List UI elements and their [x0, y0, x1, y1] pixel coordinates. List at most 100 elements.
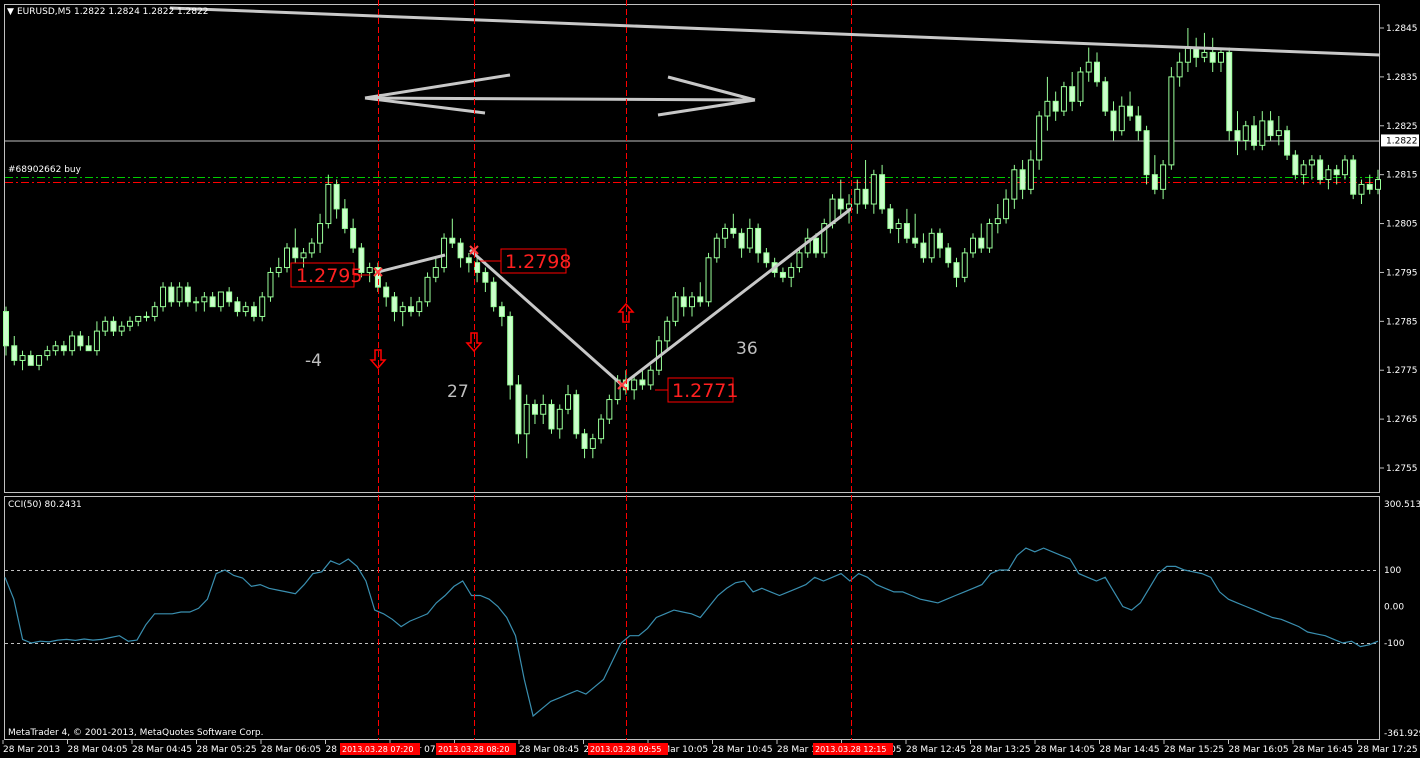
price-tick-label: 1.2825: [1386, 122, 1418, 132]
candle-up: [1011, 169, 1018, 200]
candle-down: [85, 345, 92, 352]
candle-up: [1375, 179, 1381, 190]
time-highlight-label: 2013.03.28 12:15: [815, 745, 886, 754]
candle-down: [730, 227, 737, 234]
candle-down: [209, 296, 216, 308]
candle-down: [168, 286, 175, 303]
candle-down: [763, 252, 770, 264]
candle-up: [424, 276, 431, 303]
candle-up: [664, 320, 671, 342]
time-highlight-label: 2013.03.28 07:20: [342, 745, 413, 754]
candle-up: [1044, 100, 1051, 117]
time-label: 28 Mar 14:45: [1100, 745, 1160, 755]
candle-down: [449, 237, 456, 244]
candle-down: [953, 262, 960, 278]
candle-up: [647, 369, 654, 386]
candle-up: [52, 345, 59, 352]
candle-down: [945, 247, 952, 264]
candle-down: [250, 306, 257, 317]
candle-up: [705, 257, 712, 303]
cci-line: [4, 547, 1379, 718]
cci-level-label: 100: [1384, 566, 1401, 576]
chart-svg[interactable]: 1.28451.28351.28251.28151.28051.27951.27…: [0, 0, 1420, 758]
candle-down: [1226, 51, 1233, 132]
candle-down: [1317, 159, 1324, 181]
time-label: 28 Mar 2013: [3, 745, 60, 755]
time-label: 28 Mar 04:45: [132, 745, 192, 755]
candle-up: [325, 183, 332, 225]
candle-up: [854, 188, 861, 205]
candle-down: [77, 335, 84, 347]
candle-down: [333, 183, 340, 210]
candle-up: [259, 296, 266, 317]
current-price-label: 1.2822: [1386, 136, 1418, 146]
candle-down: [573, 394, 580, 435]
candle-up: [399, 306, 406, 313]
time-label: 28 Mar 08:45: [519, 745, 579, 755]
annotation-text: 36: [736, 339, 758, 359]
candle-up: [1003, 198, 1010, 220]
order-label: #68902662 buy: [8, 165, 82, 175]
candle-down: [350, 227, 357, 249]
candle-up: [284, 247, 291, 269]
candle-up: [1308, 159, 1315, 166]
time-highlight-label: 2013.03.28 08:20: [438, 745, 509, 754]
time-label: 28 Mar 12:45: [906, 745, 966, 755]
candle-down: [862, 188, 869, 205]
candle-up: [788, 267, 795, 278]
candle-down: [234, 301, 241, 313]
candle-down: [1093, 61, 1100, 83]
candle-up: [1160, 164, 1167, 190]
candle-down: [391, 296, 398, 313]
candle-up: [1168, 76, 1175, 166]
double-arrow-drawing[interactable]: [364, 73, 756, 117]
resistance-trend-line[interactable]: [169, 6, 1381, 57]
candle-down: [490, 281, 497, 308]
candle-up: [961, 252, 968, 278]
candle-up: [300, 252, 307, 259]
price-tick-label: 1.2815: [1386, 171, 1418, 181]
candle-down: [11, 345, 18, 361]
candle-up: [589, 438, 596, 449]
candle-up: [895, 223, 902, 229]
time-label: 28 Mar 17:25: [1358, 745, 1418, 755]
annotation-text: 27: [447, 382, 469, 402]
candle-up: [1217, 51, 1224, 63]
annotation-text: -4: [305, 351, 322, 371]
cci-title: CCI(50) 80.2431: [8, 500, 82, 510]
price-tick-label: 1.2795: [1386, 268, 1418, 278]
price-tick-label: 1.2755: [1386, 464, 1418, 474]
candle-up: [1027, 159, 1034, 190]
candle-down: [1284, 130, 1291, 156]
candle-down: [457, 242, 464, 259]
time-label: 28 Mar 16:05: [1229, 745, 1289, 755]
candle-up: [1325, 169, 1332, 181]
candle-up: [93, 330, 100, 352]
time-label: 28 Mar 04:05: [68, 745, 128, 755]
candle-down: [1143, 130, 1150, 176]
candle-up: [1118, 105, 1125, 132]
candle-up: [366, 267, 373, 273]
price-tick-label: 1.2845: [1386, 24, 1418, 34]
candle-down: [738, 232, 745, 249]
trade-price-labels: 1.2795 1.2798 1.2771: [290, 248, 738, 403]
candle-down: [1110, 110, 1117, 132]
candle-down: [1350, 159, 1357, 195]
candle-up: [126, 320, 133, 327]
candle-down: [1333, 169, 1340, 176]
candle-down: [3, 311, 9, 347]
cci-level-label: -100: [1384, 639, 1405, 649]
candle-up: [631, 379, 638, 391]
candle-down: [581, 433, 588, 449]
candle-down: [1209, 51, 1216, 63]
candle-down: [383, 286, 390, 298]
candle-up: [44, 350, 51, 357]
candle-down: [184, 286, 191, 303]
cci-max-label: 300.5137: [1384, 500, 1420, 510]
candle-up: [135, 315, 142, 322]
candle-down: [1052, 100, 1059, 112]
candle-down: [936, 232, 943, 249]
candle-down: [1102, 81, 1109, 112]
candle-down: [531, 403, 538, 415]
time-label: 28 Mar 10:45: [713, 745, 773, 755]
